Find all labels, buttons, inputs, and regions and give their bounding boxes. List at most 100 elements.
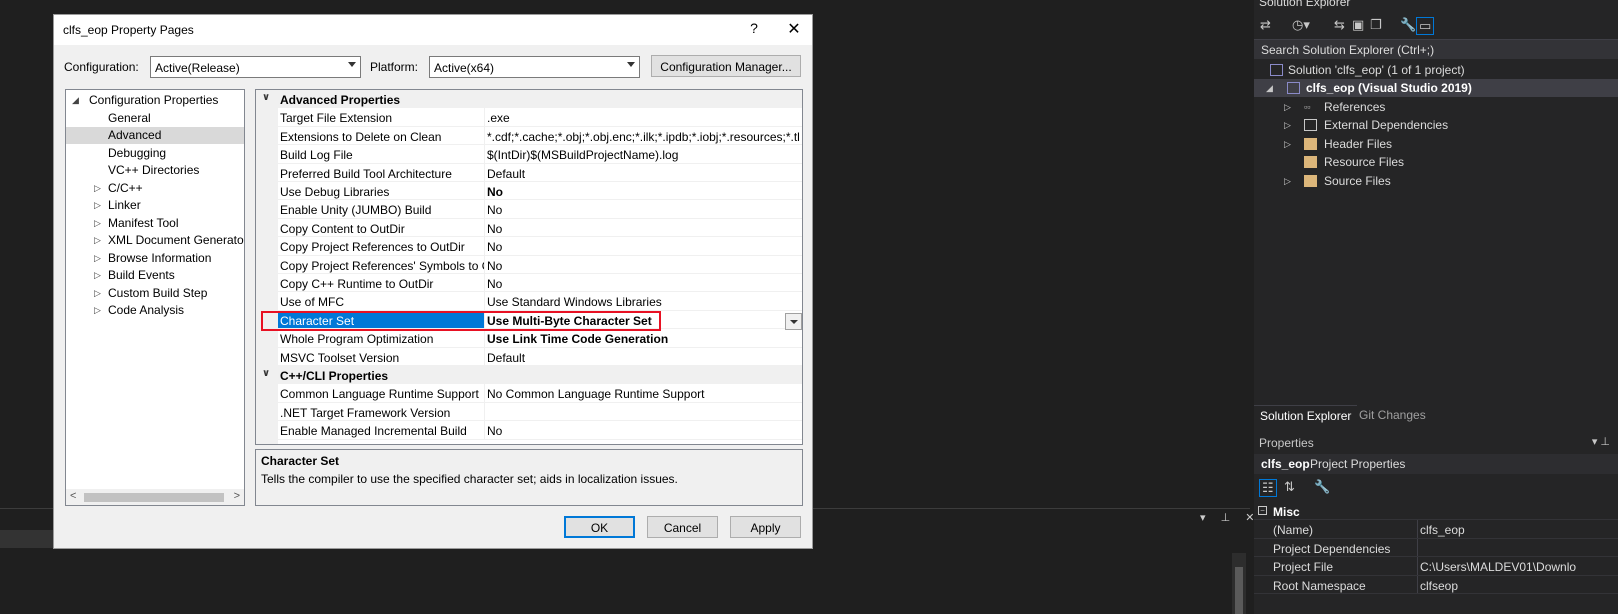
grid-row-preferred-build-tool-architecture[interactable]: Preferred Build Tool Architecture Default [256, 163, 802, 182]
tree-horizontal-scrollbar[interactable]: < > [66, 489, 244, 505]
character-set-dropdown-button[interactable] [785, 313, 802, 330]
collapse-chevron-icon[interactable]: ◢ [1266, 79, 1273, 97]
folder-icon [1304, 138, 1317, 150]
solution-explorer-title: Solution Explorer [1259, 0, 1351, 9]
grid-row-net-target-framework-version[interactable]: .NET Target Framework Version [256, 402, 802, 422]
sync-icon[interactable]: ⇆ [1334, 17, 1345, 33]
expand-chevron-icon[interactable]: ▷ [94, 232, 101, 249]
property-pages-dialog: clfs_eop Property Pages ? ✕ Configuratio… [53, 14, 813, 549]
platform-select[interactable]: Active(x64) [429, 56, 640, 78]
grid-row-target-file-extension[interactable]: Target File Extension .exe [256, 108, 802, 127]
property-description-panel: Character Set Tells the compiler to use … [255, 449, 803, 506]
tree-item-debugging[interactable]: Debugging [108, 145, 166, 162]
grid-row-use-debug-libraries[interactable]: Use Debug Libraries No [256, 182, 802, 201]
grid-row-copy-content-to-outdir[interactable]: Copy Content to OutDir No [256, 218, 802, 238]
properties-panel: Properties ▾ ⊥ clfs_eop Project Properti… [1254, 432, 1618, 614]
grid-row-build-log-file[interactable]: Build Log File $(IntDir)$(MSBuildProjectN… [256, 145, 802, 164]
tab-git-changes[interactable]: Git Changes [1353, 405, 1432, 425]
configuration-manager-button[interactable]: Configuration Manager... [651, 55, 801, 77]
prop-row[interactable]: Root Namespace clfseop [1254, 575, 1618, 594]
alphabetical-icon[interactable]: ⇅ [1284, 479, 1295, 495]
tree-item-vc-directories[interactable]: VC++ Directories [108, 162, 199, 179]
properties-wrench-icon[interactable]: 🔧 [1400, 17, 1416, 33]
grid-row-copy-project-references-symbols[interactable]: Copy Project References' Symbols to OutD… [256, 255, 802, 274]
collapse-all-icon[interactable]: ▣ [1352, 17, 1364, 33]
references-icon: ▫▫ [1304, 102, 1311, 112]
grid-row-copy-cpp-runtime[interactable]: Copy C++ Runtime to OutDir No [256, 274, 802, 293]
prop-row[interactable]: (Name) clfs_eop [1254, 520, 1618, 539]
preview-icon[interactable]: ▭ [1416, 17, 1435, 35]
grid-row-common-language-runtime-support[interactable]: Common Language Runtime Support No Common… [256, 384, 802, 403]
property-grid: ∨ Advanced Properties Target File Extens… [255, 89, 803, 445]
tab-solution-explorer[interactable]: Solution Explorer [1254, 405, 1358, 425]
pin-icon[interactable]: ▾ ⊥ [1592, 435, 1610, 448]
platform-label: Platform: [370, 60, 419, 74]
show-all-files-icon[interactable]: ❐ [1370, 17, 1382, 33]
category-misc[interactable]: − Misc [1254, 502, 1618, 521]
grid-row-enable-managed-incremental-build[interactable]: Enable Managed Incremental Build No [256, 421, 802, 440]
close-button[interactable]: ✕ [782, 19, 806, 41]
scrollbar-thumb[interactable] [1235, 567, 1243, 614]
expand-chevron-icon[interactable]: ▷ [1284, 116, 1291, 134]
grid-row-whole-program-optimization[interactable]: Whole Program Optimization Use Link Time … [256, 329, 802, 348]
folder-icon [1304, 156, 1317, 168]
project-icon [1287, 82, 1300, 94]
configuration-select[interactable]: Active(Release) [150, 56, 361, 78]
expand-chevron-icon[interactable]: ▷ [1284, 135, 1291, 153]
scrollbar-thumb[interactable] [84, 493, 224, 502]
expand-chevron-icon[interactable]: ▷ [94, 215, 101, 232]
grid-row-extensions-to-delete[interactable]: Extensions to Delete on Clean *.cdf;*.cac… [256, 126, 802, 146]
apply-button[interactable]: Apply [730, 516, 801, 538]
collapse-chevron-icon[interactable]: ∨ [262, 368, 270, 379]
expand-chevron-icon[interactable]: ▷ [94, 285, 101, 302]
category-advanced-properties[interactable]: ∨ Advanced Properties [256, 90, 802, 109]
solution-explorer-toolbar: ⇄ ◷▾ ⇆ ▣ ❐ 🔧 ▭ [1254, 14, 1618, 38]
scroll-left-icon[interactable]: < [70, 490, 76, 502]
expand-chevron-icon[interactable]: ▷ [1284, 172, 1291, 190]
grid-row-enable-unity-build[interactable]: Enable Unity (JUMBO) Build No [256, 200, 802, 219]
expand-chevron-icon[interactable]: ▷ [94, 197, 101, 214]
editor-scrollbar[interactable] [1232, 553, 1246, 614]
dialog-title: clfs_eop Property Pages [63, 23, 194, 37]
expand-chevron-icon[interactable]: ▷ [1284, 98, 1291, 116]
folder-icon [1304, 119, 1317, 131]
chevron-down-icon [790, 320, 798, 324]
grid-row-use-of-mfc[interactable]: Use of MFC Use Standard Windows Libraries [256, 292, 802, 311]
scroll-right-icon[interactable]: > [234, 490, 240, 502]
solution-explorer-panel: Solution Explorer ⇄ ◷▾ ⇆ ▣ ❐ 🔧 ▭ Search … [1254, 0, 1618, 614]
panel-pin-icons[interactable]: ▾ ⊥ ✕ [1200, 511, 1260, 524]
solution-icon [1270, 64, 1283, 76]
dialog-titlebar[interactable]: clfs_eop Property Pages ? ✕ [54, 15, 812, 45]
grid-row-msvc-toolset-version[interactable]: MSVC Toolset Version Default [256, 347, 802, 366]
configuration-label: Configuration: [64, 60, 139, 74]
collapse-chevron-icon[interactable]: ∨ [262, 92, 270, 103]
category-cpp-cli-properties[interactable]: ∨ C++/CLI Properties [256, 366, 802, 385]
property-tree: ◢ Configuration Properties General Advan… [65, 89, 245, 506]
prop-row[interactable]: Project Dependencies [1254, 538, 1618, 558]
property-pages-wrench-icon[interactable]: 🔧 [1314, 479, 1330, 495]
help-button[interactable]: ? [742, 20, 766, 40]
tree-item-advanced[interactable]: Advanced [66, 127, 244, 144]
ok-button[interactable]: OK [564, 516, 635, 538]
solution-explorer-search[interactable]: Search Solution Explorer (Ctrl+;) [1254, 39, 1618, 59]
categorized-icon[interactable]: ☷ [1259, 479, 1277, 497]
switch-views-icon[interactable]: ⇄ [1260, 17, 1271, 33]
solution-explorer-tabs: Solution Explorer Git Changes [1254, 405, 1618, 425]
expand-chevron-icon[interactable]: ▷ [94, 180, 101, 197]
prop-row[interactable]: Project File C:\Users\MALDEV01\Downlo [1254, 557, 1618, 576]
grid-row-copy-project-references[interactable]: Copy Project References to OutDir No [256, 237, 802, 256]
expand-chevron-icon[interactable]: ▷ [94, 267, 101, 284]
expand-chevron-icon[interactable]: ▷ [94, 302, 101, 319]
collapse-chevron-icon[interactable]: ◢ [72, 92, 79, 109]
properties-object-selector[interactable]: clfs_eop Project Properties [1254, 454, 1618, 474]
expand-chevron-icon[interactable]: ▷ [94, 250, 101, 267]
properties-toolbar: ☷ ⇅ 🔧 [1254, 476, 1618, 500]
highlight-annotation-box [261, 311, 661, 331]
project-node[interactable]: ◢ clfs_eop (Visual Studio 2019) [1254, 79, 1618, 97]
tree-item-general[interactable]: General [108, 110, 151, 127]
cancel-button[interactable]: Cancel [647, 516, 718, 538]
collapse-box-icon[interactable]: − [1258, 506, 1267, 515]
output-panel-tab [0, 530, 53, 548]
folder-icon [1304, 175, 1317, 187]
history-icon[interactable]: ◷▾ [1292, 17, 1310, 33]
